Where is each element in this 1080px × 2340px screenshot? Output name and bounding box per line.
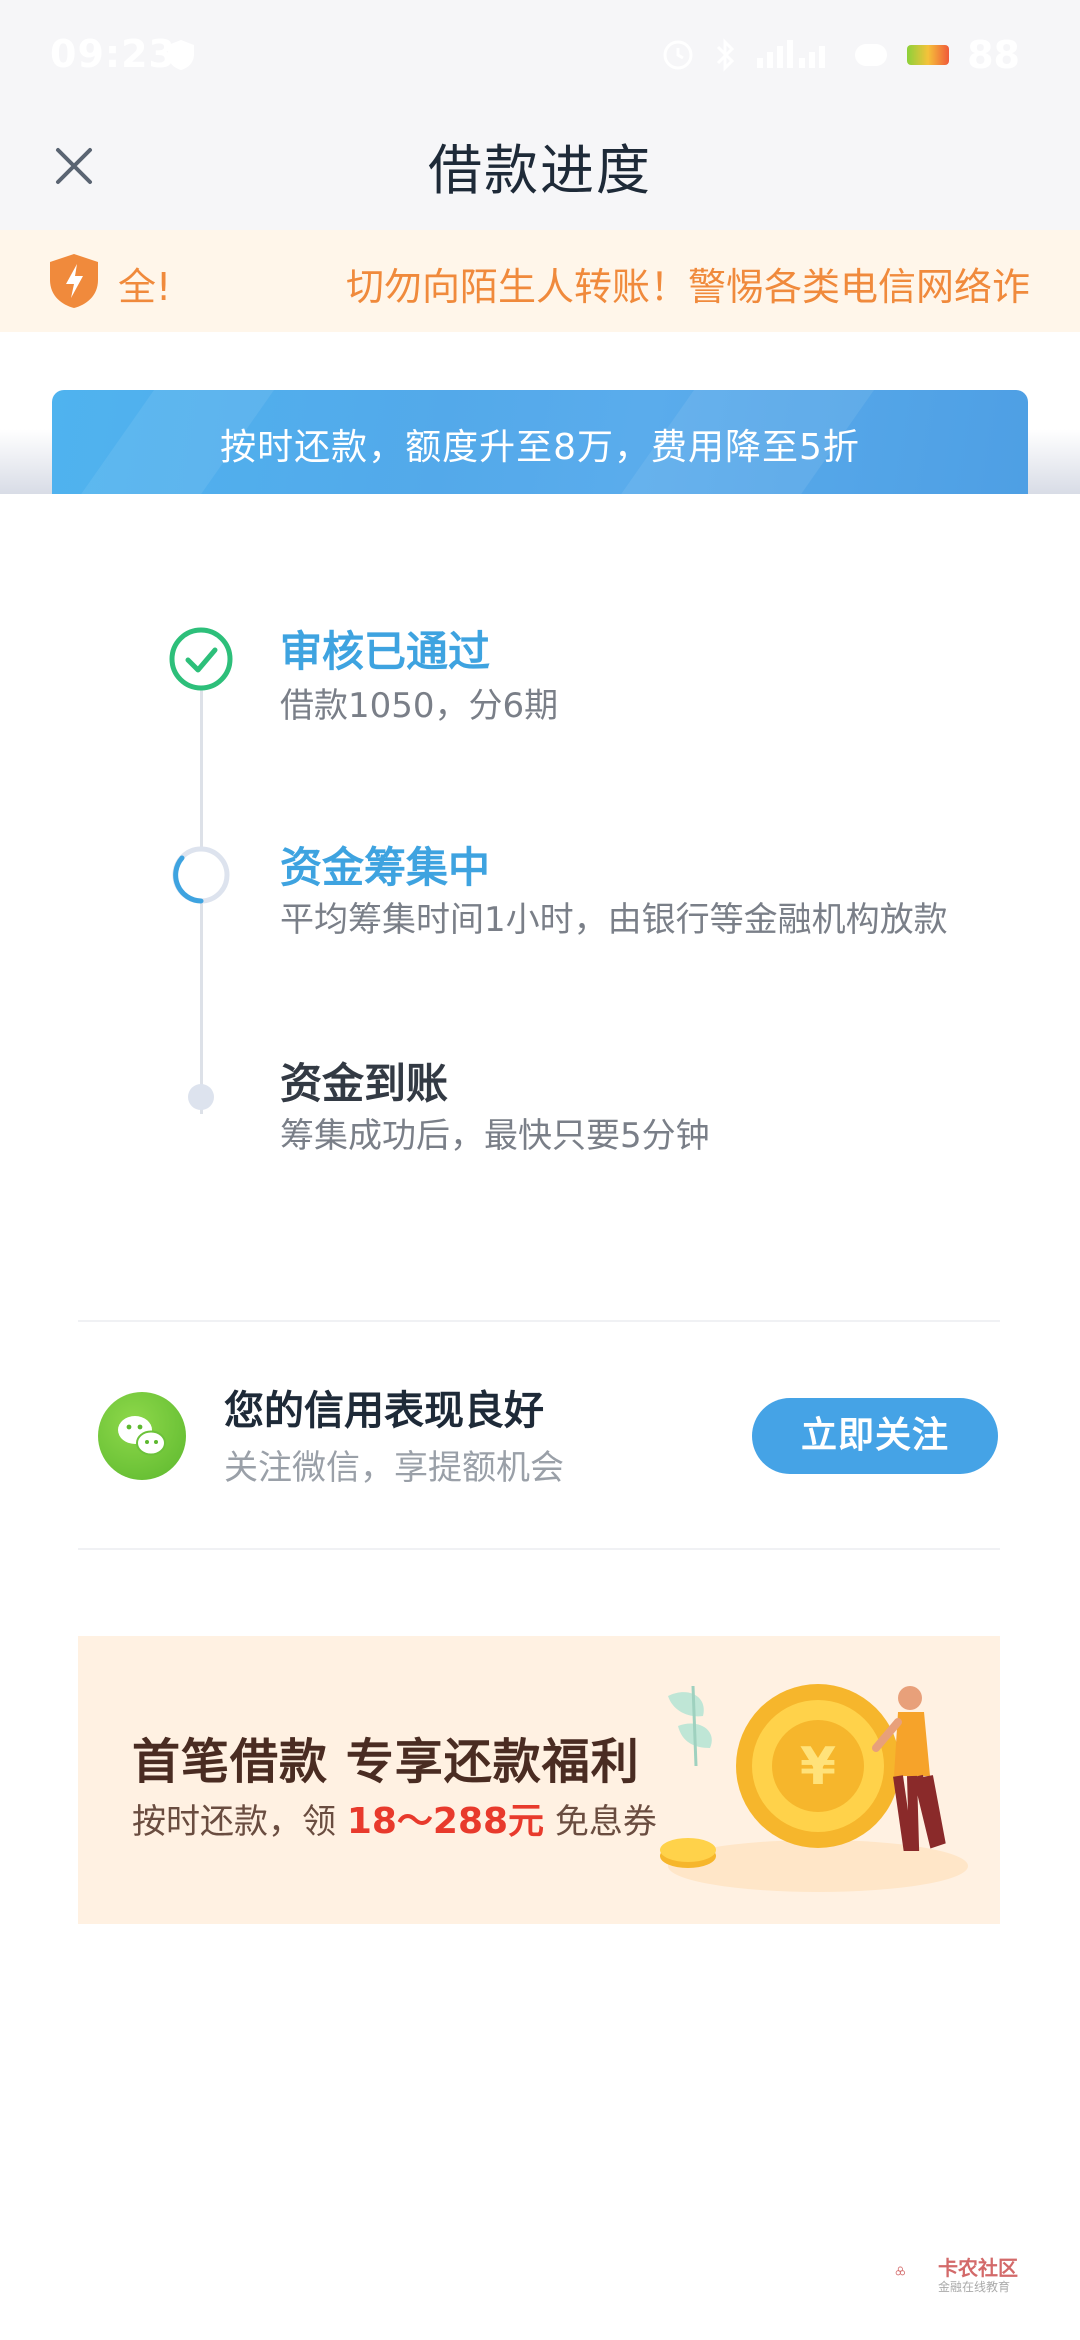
top-nav: 借款进度 xyxy=(0,118,1080,230)
shield-icon xyxy=(168,40,194,70)
promo-banner[interactable]: 按时还款，额度升至8万，费用降至5折 xyxy=(52,390,1028,494)
bonus-subtitle: 按时还款，领 18～288元 免息券 xyxy=(132,1792,657,1844)
signal-icon xyxy=(757,40,826,68)
step-title-arrival: 资金到账 xyxy=(280,1059,449,1108)
wifi-icon xyxy=(855,44,888,66)
battery-level: 88 xyxy=(967,33,1020,77)
kanong-logo-icon xyxy=(895,2266,905,2276)
promo-text: 按时还款，额度升至8万，费用降至5折 xyxy=(220,427,860,468)
loading-spinner-icon xyxy=(172,846,230,904)
svg-text:¥: ¥ xyxy=(800,1737,836,1797)
step-desc-approved: 借款1050，分6期 xyxy=(280,686,559,726)
bonus-amount: 18～288元 xyxy=(346,1801,545,1842)
warning-prefix: 全! xyxy=(118,265,172,309)
step-desc-funding: 平均筹集时间1小时，由银行等金融机构放款 xyxy=(280,900,948,940)
status-time: 09:23 xyxy=(50,32,176,76)
credit-status-title: 您的信用表现良好 xyxy=(224,1388,544,1434)
divider xyxy=(78,1548,1000,1550)
bluetooth-icon xyxy=(717,38,735,72)
alarm-icon xyxy=(663,40,693,70)
page-title: 借款进度 xyxy=(428,139,652,202)
gold-coin-illustration: ¥ xyxy=(660,1684,968,1892)
battery-icon xyxy=(907,45,950,65)
fraud-warning-banner: 全! 切勿向陌生人转账！警惕各类电信网络诈 xyxy=(0,230,1080,332)
status-icons: 88 xyxy=(661,30,1020,80)
first-loan-bonus-banner[interactable]: 首笔借款 专享还款福利 按时还款，领 18～288元 免息券 ¥ xyxy=(78,1636,1000,1924)
loan-progress-steps: 审核已通过 借款1050，分6期 资金筹集中 平均筹集时间1小时，由银行等金融机… xyxy=(0,494,1080,1294)
step-title-approved: 审核已通过 xyxy=(280,627,491,676)
divider xyxy=(78,1320,1000,1322)
status-bar: 09:23 88 xyxy=(0,0,1080,118)
warning-message: 切勿向陌生人转账！警惕各类电信网络诈 xyxy=(346,265,1031,309)
watermark-name: 卡农社区 xyxy=(938,2256,1018,2280)
credit-status-subtitle: 关注微信，享提额机会 xyxy=(224,1448,564,1488)
shield-icon xyxy=(50,254,98,308)
follow-wechat-button[interactable]: 立即关注 xyxy=(752,1398,998,1474)
bonus-sub-prefix: 按时还款，领 xyxy=(132,1802,336,1842)
step-desc-arrival: 筹集成功后，最快只要5分钟 xyxy=(280,1116,710,1156)
bonus-sub-suffix: 免息券 xyxy=(554,1802,657,1842)
wechat-icon xyxy=(98,1392,186,1480)
watermark-tagline: 金融在线教育 xyxy=(938,2280,1011,2294)
bonus-title: 首笔借款 专享还款福利 xyxy=(132,1734,640,1790)
check-circle-icon xyxy=(169,627,233,691)
step-title-funding: 资金筹集中 xyxy=(280,843,491,892)
pending-dot-icon xyxy=(188,1084,214,1110)
